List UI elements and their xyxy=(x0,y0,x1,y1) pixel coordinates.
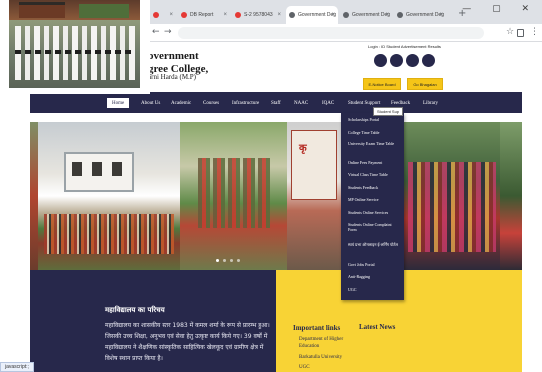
browser-tab[interactable]: Government Deg × xyxy=(394,6,446,24)
dropdown-item[interactable]: Virtual Class Time Table xyxy=(348,172,400,177)
nav-item-academic[interactable]: Academic xyxy=(171,98,191,108)
status-bar: javascript:; xyxy=(0,362,34,372)
screen: × DB Report × S-2 9578043 × Government Deg × Go… xyxy=(0,0,542,372)
browser-tab[interactable]: × xyxy=(150,6,176,24)
tab-close-icon[interactable]: × xyxy=(331,12,335,18)
hero-image-strip: कृ xyxy=(30,122,522,270)
tab-label: Government Deg xyxy=(406,12,445,18)
header-logo-circle[interactable] xyxy=(374,54,387,67)
tab-close-icon[interactable]: × xyxy=(169,12,173,18)
tab-view-icon[interactable] xyxy=(517,29,524,37)
tab-close-icon[interactable]: × xyxy=(385,12,389,18)
latest-news-title: Latest News xyxy=(359,323,396,331)
about-body: महाविद्यालय का शासकीय स्तर 1983 में कमल … xyxy=(105,322,270,362)
nav-item-courses[interactable]: Courses xyxy=(203,98,219,108)
link-higher-education[interactable]: Department of Higher Education xyxy=(299,336,355,350)
overlay-photo-karate-students xyxy=(9,0,140,88)
slider-dots[interactable] xyxy=(216,259,246,263)
tab-label: Government Deg xyxy=(352,12,391,18)
browser-tab[interactable]: S-2 9578043 × xyxy=(232,6,284,24)
hero-photo-college-building xyxy=(38,122,180,270)
tab-close-icon[interactable]: × xyxy=(439,12,443,18)
tab-label: S-2 9578043 xyxy=(244,12,273,18)
back-icon[interactable]: ← xyxy=(152,27,160,37)
dropdown-item[interactable]: Students Feedback xyxy=(348,185,400,190)
browser-tab[interactable]: DB Report × xyxy=(178,6,230,24)
bhagalan-button[interactable]: Go Bhagalan xyxy=(407,78,443,90)
dropdown-item[interactable]: Govt Jobs Portal xyxy=(348,262,400,267)
link-barkatulla-university[interactable]: Barkatulla University xyxy=(299,354,355,361)
tab-label: DB Report xyxy=(190,12,214,18)
nav-item-iqac[interactable]: IQAC xyxy=(322,98,334,108)
nav-item-home[interactable]: Home xyxy=(107,98,130,108)
nav-item-naac[interactable]: NAAC xyxy=(294,98,308,108)
dropdown-item[interactable]: MP Online Service xyxy=(348,197,400,202)
nav-item-infrastructure[interactable]: Infrastructure xyxy=(232,98,259,108)
dropdown-item[interactable]: Students Online Complaint Form xyxy=(348,222,400,232)
about-title: महाविद्यालय का परिचय xyxy=(105,306,165,314)
tab-close-icon[interactable]: × xyxy=(223,12,227,18)
bookmark-star-icon[interactable]: ☆ xyxy=(506,27,514,37)
dropdown-item[interactable]: UGC xyxy=(348,287,400,292)
overlay-photo-frame xyxy=(0,0,150,94)
window-controls[interactable]: — ▢ ✕ xyxy=(462,4,538,14)
tab-label: Government Deg xyxy=(298,12,337,18)
e-notice-board-button[interactable]: E-Notice Board xyxy=(363,78,401,90)
login-links[interactable]: Login : ID Student Advertisement Results xyxy=(368,44,441,49)
header-logo-circle[interactable] xyxy=(390,54,403,67)
tab-favicon-icon xyxy=(343,12,349,18)
hero-photo-students-gathering xyxy=(404,122,500,270)
hero-photo-edge-right xyxy=(500,122,522,270)
browser-tab[interactable]: Government Deg × xyxy=(286,6,338,24)
dropdown-item[interactable]: Anti-Ragging xyxy=(348,274,400,279)
forward-icon[interactable]: → xyxy=(164,27,172,37)
important-links-title: Important links xyxy=(293,324,341,332)
dropdown-item[interactable]: College Time Table xyxy=(348,130,400,135)
nav-item-about-us[interactable]: About Us xyxy=(141,98,160,108)
hero-photo-ncc-parade xyxy=(180,122,287,270)
header-logo-circle[interactable] xyxy=(406,54,419,67)
dropdown-item[interactable]: Online Fees Payment xyxy=(348,160,400,165)
dropdown-item[interactable]: स्वयं प्रभा ऑनलाइन ई-लर्निंग पोर्टल xyxy=(348,242,400,247)
hero-photo-event-banner: कृ xyxy=(287,122,341,270)
dropdown-item[interactable]: Students Online Services xyxy=(348,210,400,215)
dropdown-item[interactable]: University Exam Time Table xyxy=(348,141,400,146)
college-location: arni Harda (M.P) xyxy=(148,73,197,81)
address-bar[interactable] xyxy=(178,27,484,39)
link-ugc[interactable]: UGC xyxy=(299,364,355,371)
header-logo-circle[interactable] xyxy=(422,54,435,67)
nav-item-library[interactable]: Library xyxy=(423,98,438,108)
college-name-line-1: overnment xyxy=(148,50,199,62)
tab-close-icon[interactable]: × xyxy=(277,12,281,18)
browser-menu-icon[interactable]: ⋮ xyxy=(530,27,539,37)
tab-favicon-icon xyxy=(181,12,187,18)
hover-tooltip: Student Sup xyxy=(373,107,404,116)
hero-photo-edge xyxy=(30,122,38,270)
nav-item-staff[interactable]: Staff xyxy=(271,98,281,108)
tab-favicon-icon xyxy=(289,12,295,18)
tab-favicon-icon xyxy=(153,12,159,18)
tab-favicon-icon xyxy=(235,12,241,18)
browser-tab[interactable]: Government Deg × xyxy=(340,6,392,24)
dropdown-item[interactable]: Scholarships Portal xyxy=(348,117,400,122)
tab-favicon-icon xyxy=(397,12,403,18)
